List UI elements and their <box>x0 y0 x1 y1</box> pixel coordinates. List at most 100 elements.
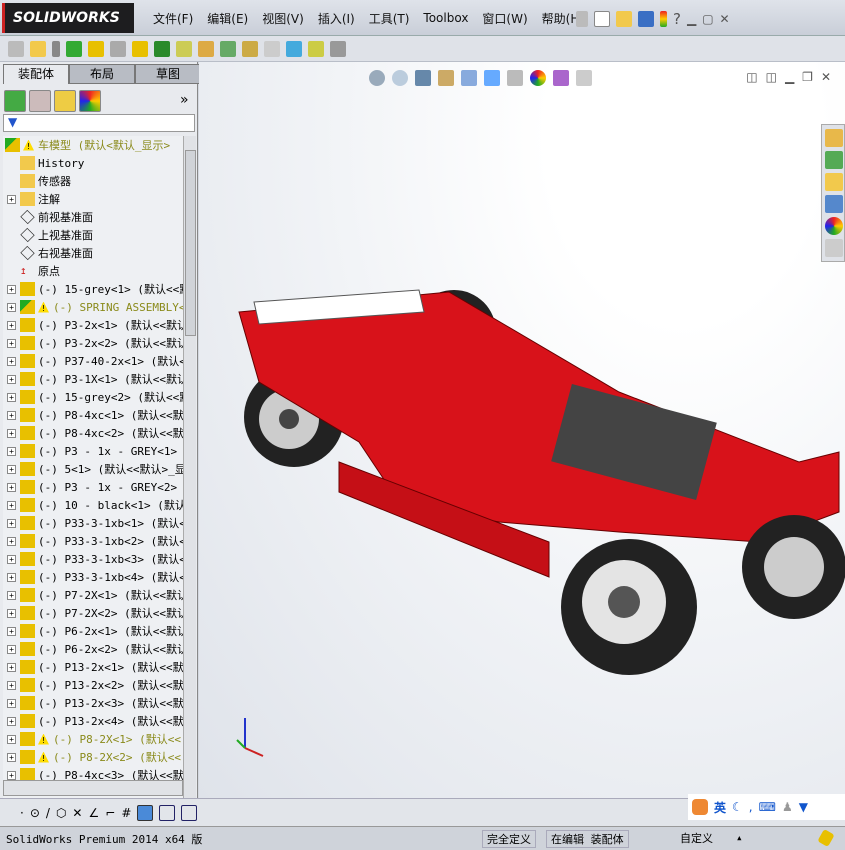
configuration-manager-icon[interactable] <box>54 90 76 112</box>
trim-icon[interactable]: ✕ <box>72 806 82 820</box>
assembly-features-icon[interactable] <box>154 40 170 57</box>
tree-item[interactable]: + (-) P8-4xc<1> (默认<<默 <box>3 406 183 424</box>
design-library-icon[interactable] <box>825 151 843 169</box>
minimize-icon[interactable]: ▁ <box>687 12 696 26</box>
tree-item[interactable]: +! (-) P8-2X<1> (默认<< <box>3 730 183 748</box>
expand-toggle[interactable]: + <box>7 770 16 780</box>
expand-toggle[interactable]: + <box>7 500 16 510</box>
home-icon[interactable] <box>825 129 843 147</box>
filter-icon[interactable]: ▼ <box>3 114 195 132</box>
tree-item[interactable]: 上视基准面 <box>3 226 183 244</box>
tree-item[interactable]: + (-) P13-2x<1> (默认<<默 <box>3 658 183 676</box>
isometric-view-icon[interactable] <box>137 804 154 821</box>
explode-line-icon[interactable] <box>264 40 280 57</box>
sogou-icon[interactable] <box>692 799 708 815</box>
expand-toggle[interactable]: + <box>7 446 16 456</box>
new-motion-study-icon[interactable] <box>198 40 214 57</box>
display-manager-icon[interactable] <box>79 90 101 112</box>
menu-file[interactable]: 文件(F) <box>153 10 193 27</box>
expand-toggle[interactable]: + <box>7 590 16 600</box>
tree-item[interactable]: + (-) P13-2x<3> (默认<<默 <box>3 694 183 712</box>
expand-toggle[interactable]: + <box>7 428 16 438</box>
expand-toggle[interactable]: + <box>7 734 16 744</box>
moon-icon[interactable]: ☾ <box>732 800 743 814</box>
open-icon[interactable] <box>616 11 632 27</box>
polygon-icon[interactable]: ⬡ <box>56 806 66 820</box>
menu-insert[interactable]: 插入(I) <box>318 10 355 27</box>
interference-icon[interactable] <box>308 40 324 57</box>
insert-component-icon[interactable] <box>8 40 24 57</box>
reference-geometry-icon[interactable] <box>176 40 192 57</box>
units-button[interactable]: 自定义 <box>676 830 717 848</box>
tree-item[interactable]: + (-) P6-2x<2> (默认<<默认 <box>3 640 183 658</box>
help-icon[interactable]: ? <box>673 10 681 28</box>
menu-window[interactable]: 窗口(W) <box>482 10 527 27</box>
tree-item[interactable]: + (-) P33-3-1xb<1> (默认< <box>3 514 183 532</box>
expand-toggle[interactable]: + <box>7 752 16 762</box>
units-arrow[interactable]: ▴ <box>736 831 743 844</box>
point-icon[interactable]: · <box>20 806 24 820</box>
menu-view[interactable]: 视图(V) <box>262 10 304 27</box>
tree-item[interactable]: 右视基准面 <box>3 244 183 262</box>
tree-item[interactable]: + (-) P13-2x<4> (默认<<默 <box>3 712 183 730</box>
expand-toggle[interactable]: + <box>7 464 16 474</box>
menu-tools[interactable]: 工具(T) <box>369 10 410 27</box>
tree-item[interactable]: + (-) P33-3-1xb<3> (默认< <box>3 550 183 568</box>
car-model-render[interactable] <box>199 62 845 798</box>
expand-toggle[interactable]: + <box>7 608 16 618</box>
tree-item[interactable]: 传感器 <box>3 172 183 190</box>
tree-item[interactable]: ! 车模型 (默认<默认_显示> <box>3 136 183 154</box>
snapshot-icon[interactable] <box>330 40 346 57</box>
expand-toggle[interactable]: + <box>7 554 16 564</box>
expand-toggle[interactable]: + <box>7 626 16 636</box>
tag-icon[interactable] <box>817 828 835 848</box>
exploded-view-icon[interactable] <box>242 40 258 57</box>
keyboard-icon[interactable]: ⌨ <box>759 800 776 814</box>
tree-item[interactable]: + (-) P3-2x<1> (默认<<默认 <box>3 316 183 334</box>
graphics-area[interactable]: ◫ ◫ ▁ ❐ ✕ <box>199 62 845 798</box>
tree-item[interactable]: + (-) P7-2X<1> (默认<<默认 <box>3 586 183 604</box>
tree-item[interactable]: + (-) 15-grey<1> (默认<<默 <box>3 280 183 298</box>
expand-toggle[interactable]: + <box>7 482 16 492</box>
tree-item[interactable]: +! (-) SPRING ASSEMBLY< <box>3 298 183 316</box>
tree-item[interactable]: + (-) 10 - black<1> (默认 <box>3 496 183 514</box>
close-icon[interactable]: ✕ <box>720 12 730 26</box>
tree-horizontal-scrollbar[interactable] <box>3 780 183 796</box>
tree-item[interactable]: + (-) P33-3-1xb<2> (默认< <box>3 532 183 550</box>
tree-item[interactable]: + (-) P7-2X<2> (默认<<默认 <box>3 604 183 622</box>
tree-item[interactable]: + (-) P3-2x<2> (默认<<默认 <box>3 334 183 352</box>
tree-vertical-scrollbar[interactable] <box>183 136 196 842</box>
move-component-icon[interactable] <box>110 40 126 57</box>
smart-dimension-icon[interactable]: ⌐ <box>105 806 115 820</box>
appearances-icon[interactable] <box>825 217 843 235</box>
tree-item[interactable]: + (-) P37-40-2x<1> (默认< <box>3 352 183 370</box>
tree-item[interactable]: + (-) P33-3-1xb<4> (默认< <box>3 568 183 586</box>
expand-toggle[interactable]: + <box>7 662 16 672</box>
skin-icon[interactable]: ▼ <box>799 800 808 814</box>
tree-item[interactable]: + (-) 15-grey<2> (默认<<默 <box>3 388 183 406</box>
bill-of-materials-icon[interactable] <box>220 40 236 57</box>
mate-icon[interactable] <box>52 40 60 57</box>
expand-toggle[interactable]: + <box>7 302 16 312</box>
expand-toggle[interactable]: + <box>7 572 16 582</box>
tree-item[interactable]: History <box>3 154 183 172</box>
tree-item[interactable]: + (-) P3 - 1x - GREY<2> ( <box>3 478 183 496</box>
file-explorer-icon[interactable] <box>825 173 843 191</box>
feature-manager-icon[interactable] <box>4 90 26 112</box>
expand-toggle[interactable]: + <box>7 338 16 348</box>
tree-item[interactable]: + (-) P3-1X<1> (默认<<默认 <box>3 370 183 388</box>
tree-item[interactable]: ↥ 原点 <box>3 262 183 280</box>
expand-toggle[interactable]: + <box>7 284 16 294</box>
circle-icon[interactable]: ⊙ <box>30 806 40 820</box>
line-icon[interactable]: / <box>46 806 50 820</box>
tree-item[interactable]: +! (-) P8-2X<2> (默认<< <box>3 748 183 766</box>
tab-sketch[interactable]: 草图 <box>135 64 201 84</box>
show-hidden-icon[interactable] <box>132 40 148 57</box>
tree-item[interactable]: + (-) 5<1> (默认<<默认>_显 <box>3 460 183 478</box>
smart-fasteners-icon[interactable] <box>88 40 104 57</box>
view-palette-icon[interactable] <box>825 195 843 213</box>
scrollbar-thumb[interactable] <box>185 150 196 336</box>
rebuild-icon[interactable] <box>660 11 667 27</box>
expand-toggle[interactable]: + <box>7 374 16 384</box>
expand-toggle[interactable]: + <box>7 320 16 330</box>
